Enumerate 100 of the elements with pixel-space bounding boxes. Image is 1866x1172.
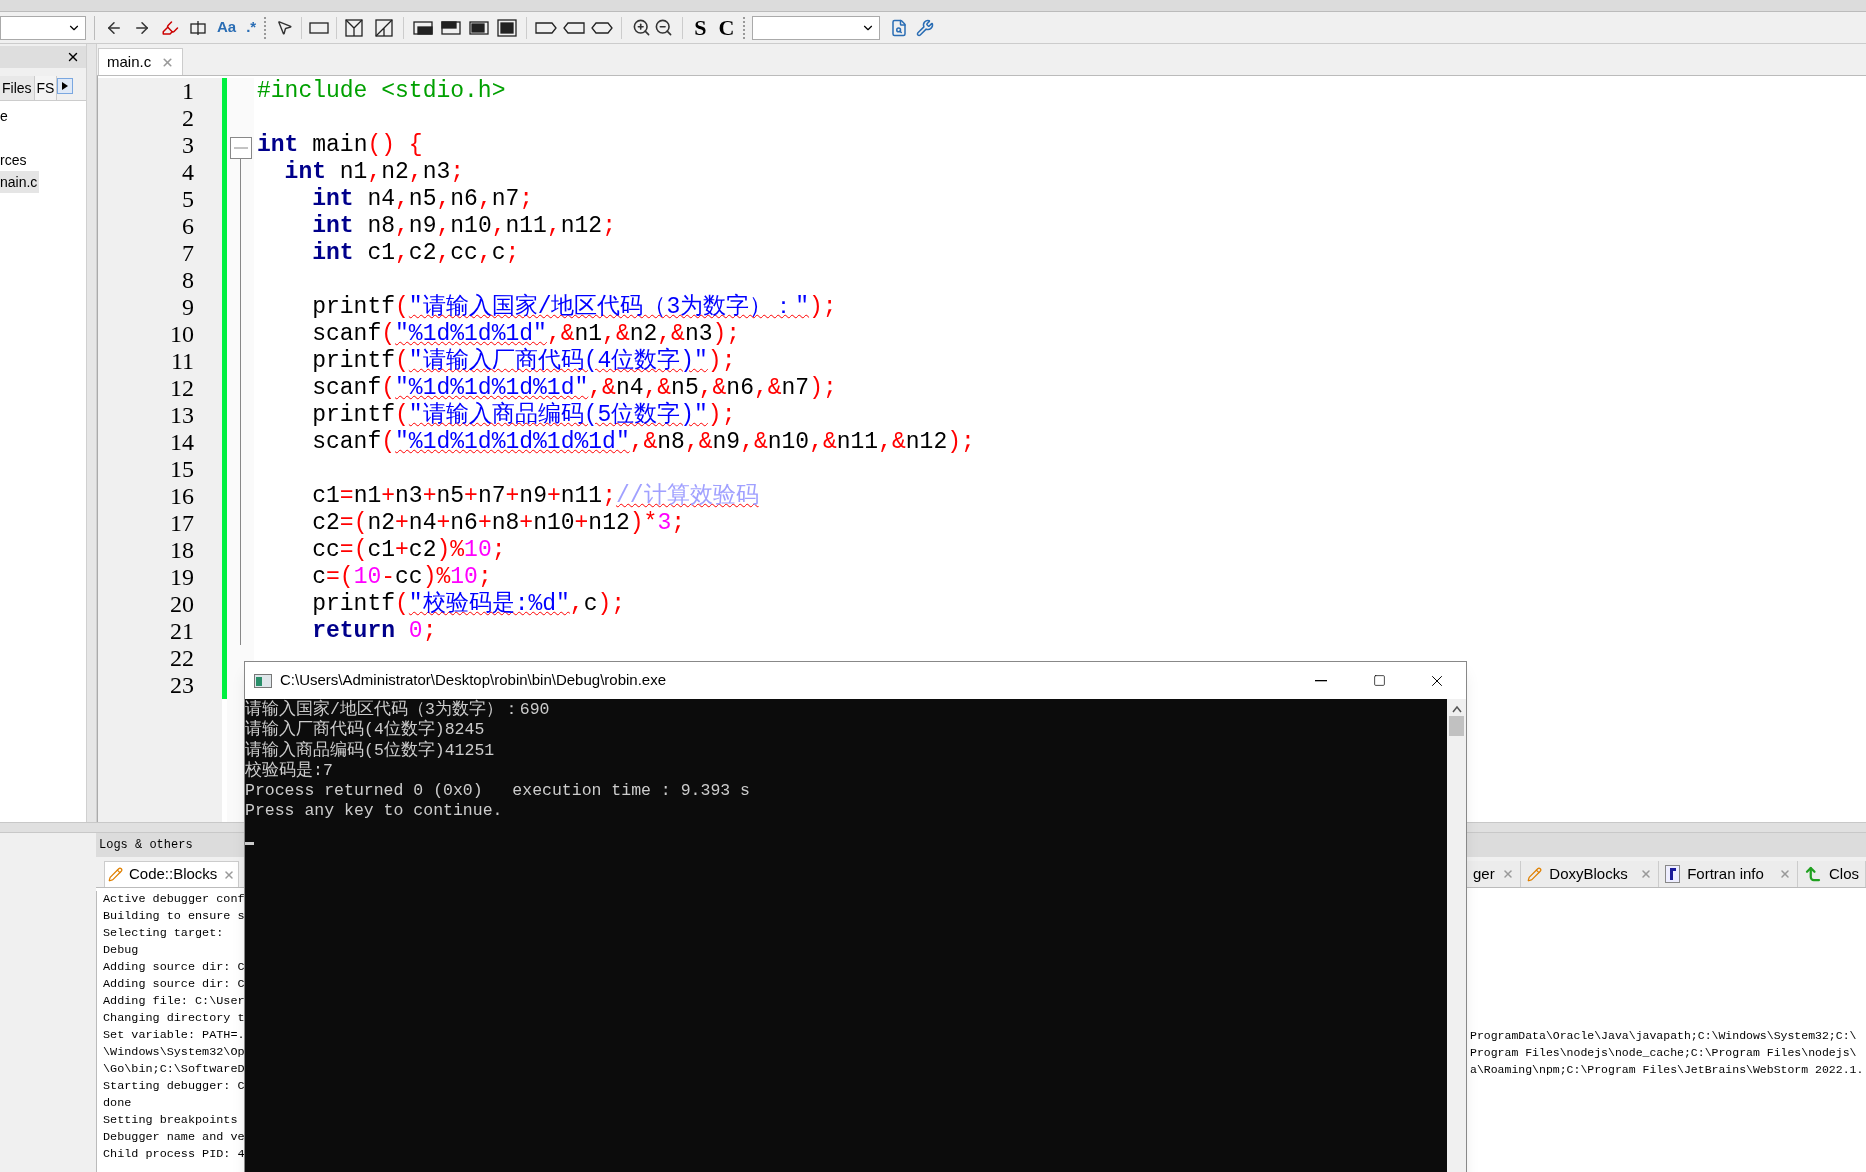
line-number: 4 (182, 159, 194, 186)
console-line: Press any key to continue. (245, 801, 503, 822)
log-line: Adding source dir: C (103, 959, 245, 976)
code-line: #include <stdio.h> (257, 78, 506, 105)
diagonal-box-icon[interactable] (373, 18, 396, 37)
code-line: cc=(c1+c2)%10; (311, 537, 506, 564)
line-number: 22 (170, 645, 194, 672)
log-line: Starting debugger: C (103, 1078, 245, 1095)
log-line: Child process PID: 4 (103, 1146, 245, 1163)
text-box-icon[interactable] (187, 18, 209, 37)
line-number: 15 (170, 456, 194, 483)
line-number: 20 (170, 591, 194, 618)
panel-tab[interactable]: Files (0, 76, 35, 100)
triangle-icon (62, 82, 69, 90)
block-icon[interactable] (496, 18, 519, 37)
console-line: 请输入厂商代码(4位数字)8245 (245, 720, 485, 740)
log-line: \Windows\System32\Op (103, 1044, 245, 1061)
line-number: 21 (170, 618, 194, 645)
console-line: Process returned 0 (0x0) execution time : 9.393 s (245, 781, 750, 802)
log-line: Building to ensure s (103, 908, 245, 925)
scroll-up-icon[interactable] (1451, 705, 1462, 713)
tree-item[interactable]: e (0, 105, 10, 127)
pencil-icon (1527, 866, 1543, 882)
f-icon (1665, 865, 1681, 883)
log-line: Adding source dir: C (103, 976, 245, 993)
log-line: ProgramData\Oracle\Java\javapath;C:\Windows\System32;C:\ (1470, 1028, 1857, 1044)
scrollbar[interactable] (1447, 699, 1466, 1172)
line-number: 5 (182, 186, 194, 213)
panel-tab[interactable]: FS (34, 76, 58, 100)
code-line: printf("请输入商品编码(5位数字)"); (311, 402, 736, 429)
code-line: int n1,n2,n3; (283, 159, 465, 186)
code-line: scanf("%1d%1d%1d",&n1,&n2,&n3); (311, 321, 741, 347)
log-line: Debugger name and ve (103, 1129, 245, 1146)
log-tab[interactable]: DoxyBlocks (1521, 861, 1660, 887)
console-line: 校验码是:7 (245, 760, 333, 782)
block-icon[interactable] (412, 18, 435, 37)
match-case-button[interactable]: Aa (215, 16, 239, 39)
code-line: printf("校验码是:%d",c); (311, 591, 626, 618)
code-line: return 0; (311, 618, 437, 645)
split-box-icon[interactable] (343, 18, 366, 37)
c-button[interactable]: C (715, 11, 738, 44)
line-number: 2 (182, 105, 194, 132)
code-line: scanf("%1d%1d%1d%1d",&n4,&n5,&n6,&n7); (311, 375, 837, 401)
log-line: Selecting target: (103, 925, 224, 942)
block-icon[interactable] (440, 18, 463, 37)
log-line: \Go\bin;C:\SoftwareD (103, 1061, 245, 1078)
line-number: 23 (170, 672, 194, 699)
s-button[interactable]: S (691, 11, 710, 44)
console-icon (254, 673, 272, 688)
line-number: 7 (182, 240, 194, 267)
line-number: 11 (170, 348, 194, 375)
line-number: 1 (182, 78, 194, 105)
tree-item[interactable]: nain.c (0, 171, 40, 193)
close-icon[interactable] (66, 50, 80, 64)
code-line: int n8,n9,n10,n11,n12; (311, 213, 616, 240)
log-line: Set variable: PATH=. (103, 1027, 245, 1044)
file-tab[interactable]: main.c (98, 48, 184, 75)
log-line: Active debugger conf (103, 891, 245, 908)
tree-item[interactable]: rces (0, 149, 29, 171)
scroll-right-button[interactable] (57, 78, 74, 94)
code-line: scanf("%1d%1d%1d%1d%1d",&n8,&n9,&n10,&n11,&n12); (311, 429, 975, 456)
scroll-thumb[interactable] (1449, 716, 1464, 736)
line-number: 16 (170, 483, 194, 510)
line-number: 6 (182, 213, 194, 240)
code-line: int c1,c2,cc,c; (311, 240, 520, 267)
code-line: int main() { (257, 132, 423, 159)
regex-button[interactable]: .* (244, 16, 259, 39)
line-number: 12 (170, 375, 194, 402)
pencil-icon (108, 867, 123, 882)
maximize-icon (1372, 674, 1386, 687)
line-number: 17 (170, 510, 194, 537)
code-line: printf("请输入厂商代码(4位数字)"); (311, 348, 736, 375)
line-number: 9 (182, 294, 194, 321)
code-line: c1=n1+n3+n5+n7+n9+n11;//计算效验码 (311, 483, 759, 510)
line-number: 10 (170, 321, 194, 348)
log-line: Adding file: C:\User (103, 993, 245, 1010)
log-line: done (103, 1095, 132, 1112)
line-number: 13 (170, 402, 194, 429)
text-cursor (245, 841, 254, 845)
line-number: 14 (170, 429, 194, 456)
minimize-icon (1315, 679, 1327, 682)
up-arrow-icon (1804, 865, 1822, 883)
line-number: 3 (182, 132, 194, 159)
console-line: 请输入国家/地区代码（3为数字）：690 (245, 700, 550, 719)
log-line: Program Files\nodejs\node_cache;C:\Program Files\nodejs\ (1470, 1045, 1857, 1061)
log-tab[interactable]: Code::Blocks (104, 861, 240, 887)
code-line: c2=(n2+n4+n6+n8+n10+n12)*3; (311, 510, 685, 537)
log-line: Debug (103, 942, 139, 959)
fold-marker-icon[interactable] (229, 137, 252, 159)
log-tab[interactable]: ger (1467, 861, 1522, 887)
block-icon[interactable] (468, 18, 491, 37)
line-number: 18 (170, 537, 194, 564)
line-number: 19 (170, 564, 194, 591)
log-tab[interactable]: Clos (1798, 861, 1866, 887)
log-tab[interactable]: Fortran info (1659, 861, 1798, 887)
log-line: Setting breakpoints (103, 1112, 238, 1129)
log-line: Changing directory t (103, 1010, 245, 1027)
code-line: c=(10-cc)%10; (311, 564, 492, 591)
line-number: 8 (182, 267, 194, 294)
console-line: 请输入商品编码(5位数字)41251 (245, 740, 495, 761)
